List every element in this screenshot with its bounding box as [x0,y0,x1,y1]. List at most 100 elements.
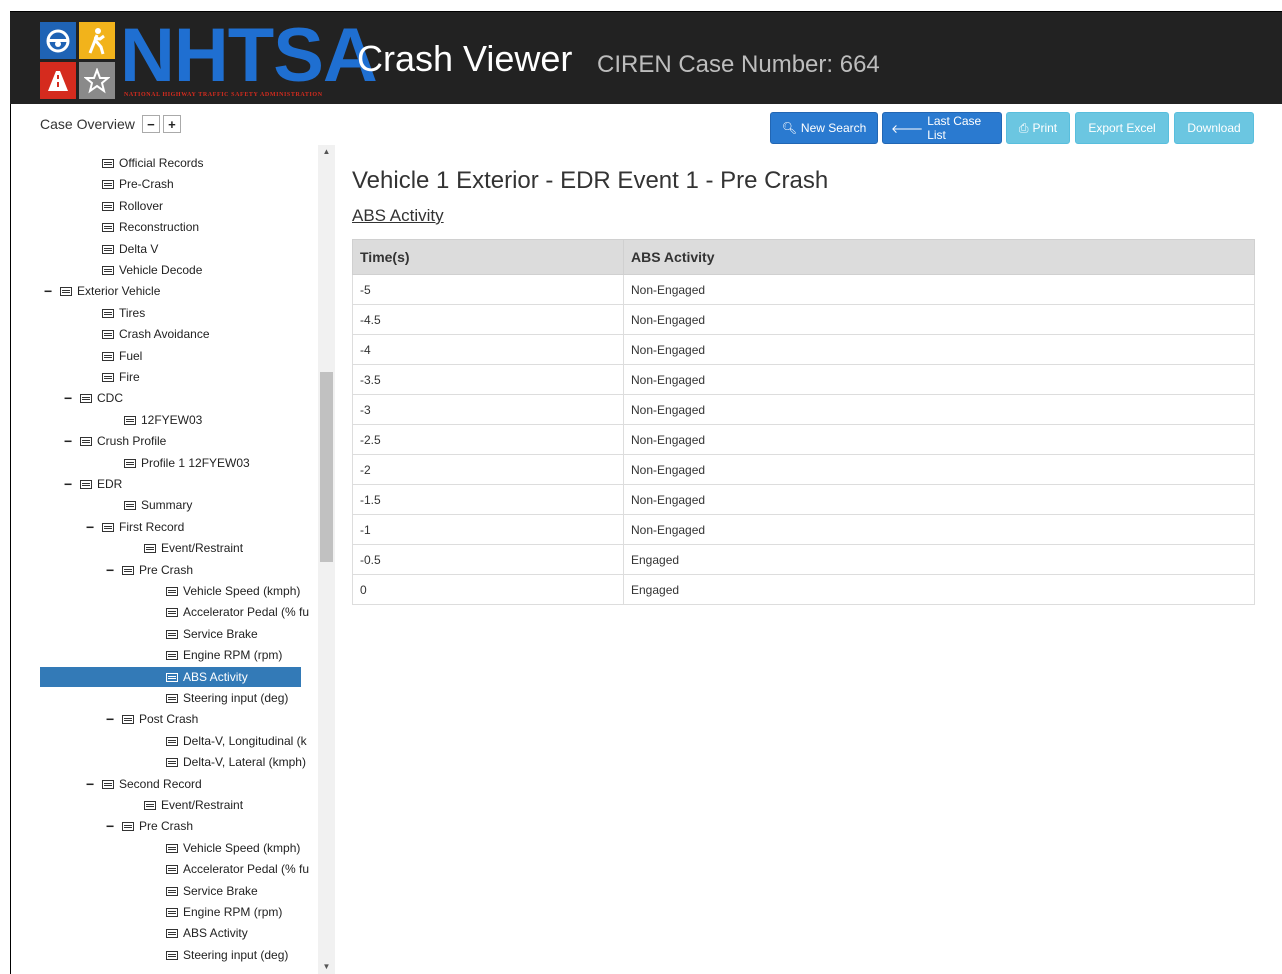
cell-abs-activity: Non-Engaged [623,274,1255,305]
scroll-down-arrow-icon[interactable]: ▼ [318,960,335,974]
cell-time: -1 [352,514,624,545]
tree-item[interactable]: Event/Restraint [144,538,243,558]
collapse-toggle-icon[interactable]: − [86,774,102,794]
tree-item[interactable]: Vehicle Speed (kmph) [166,581,300,601]
collapse-toggle-icon[interactable]: − [64,431,80,451]
print-button[interactable]: ⎙ Print [1006,112,1070,144]
tree-item[interactable]: Pre-Crash [102,174,174,194]
tree-item[interactable]: Accelerator Pedal (% fu [166,602,309,622]
tree-item-label: Crash Avoidance [119,327,210,341]
tree-item[interactable]: Delta V [102,239,158,259]
table-row: -3.5 Non-Engaged [352,364,1255,395]
table-row: -3 Non-Engaged [352,394,1255,425]
tree-item[interactable]: Tires [102,303,145,323]
list-doc-icon [102,308,114,318]
tree-item[interactable]: Delta-V, Longitudinal (k [166,731,307,751]
tree-item[interactable]: − Post Crash [106,709,198,729]
tree-item[interactable]: Accelerator Pedal (% fu [166,859,309,879]
tree-item-label: Service Brake [183,884,258,898]
tree-item[interactable]: 12FYEW03 [124,410,202,430]
arrow-left-icon: 🡐 [891,121,924,136]
page-title: Vehicle 1 Exterior - EDR Event 1 - Pre C… [352,167,829,194]
cell-time: -4 [352,334,624,365]
tree-item[interactable]: Steering input (deg) [166,688,288,708]
tree-item[interactable]: Official Records [102,153,203,173]
tree-item[interactable]: ABS Activity [40,667,301,687]
tree-item[interactable]: Reconstruction [102,217,199,237]
tree-item[interactable]: Service Brake [166,624,258,644]
collapse-toggle-icon[interactable]: − [86,517,102,537]
tree-item[interactable]: Vehicle Decode [102,260,202,280]
tree-item-label: Engine RPM (rpm) [183,648,283,662]
list-doc-icon [166,736,178,746]
tree-item[interactable]: Service Brake [166,881,258,901]
printer-icon: ⎙ [1018,120,1029,135]
nhtsa-logo-subtext: NATIONAL HIGHWAY TRAFFIC SAFETY ADMINIST… [124,92,323,98]
last-case-list-button[interactable]: 🡐 Last Case List [882,112,1002,144]
new-search-label: New Search [800,121,867,135]
tree-item[interactable]: Delta-V, Lateral (kmph) [166,752,306,772]
list-doc-icon [166,672,178,682]
export-excel-button[interactable]: Export Excel [1075,112,1169,144]
table-row: -2.5 Non-Engaged [352,424,1255,455]
collapse-toggle-icon[interactable]: − [106,709,122,729]
tree-scrollbar[interactable]: ▲ ▼ [318,145,335,974]
cell-time: 0 [352,574,624,605]
tree-item[interactable]: − Pre Crash [106,560,193,580]
app-title: Crash Viewer [357,38,573,79]
expand-all-button[interactable]: + [162,115,181,133]
tree-item[interactable]: − Exterior Vehicle [44,281,160,301]
tree-item-label: Delta-V, Longitudinal (k [183,734,307,748]
list-doc-icon [102,522,114,532]
list-doc-icon [102,222,114,232]
section-heading-abs-activity[interactable]: ABS Activity [352,206,444,226]
print-label: Print [1032,121,1058,135]
tree-item[interactable]: Crash Avoidance [102,324,210,344]
scroll-thumb[interactable] [320,372,333,562]
list-doc-icon [144,543,156,553]
list-doc-icon [124,458,136,468]
collapse-toggle-icon[interactable]: − [106,560,122,580]
list-doc-icon [60,286,72,296]
case-overview-bar: Case Overview − + [40,113,181,135]
scroll-up-arrow-icon[interactable]: ▲ [318,145,335,159]
collapse-toggle-icon[interactable]: − [64,388,80,408]
tree-item[interactable]: Fire [102,367,140,387]
tree-item[interactable]: Vehicle Speed (kmph) [166,838,300,858]
tree-item[interactable]: Rollover [102,196,163,216]
new-search-button[interactable]: 🔍︎ New Search [770,112,878,144]
collapse-toggle-icon[interactable]: − [106,816,122,836]
tree-item[interactable]: ABS Activity [166,923,248,943]
cell-abs-activity: Non-Engaged [623,364,1255,395]
tree-item[interactable]: Profile 1 12FYEW03 [124,453,250,473]
tree-item[interactable]: − Second Record [86,774,202,794]
tree-item[interactable]: Engine RPM (rpm) [166,902,282,922]
collapse-toggle-icon[interactable]: − [64,474,80,494]
nhtsa-logo-text: NHTSA [120,13,378,98]
cell-time: -0.5 [352,544,624,575]
tree-item[interactable]: − Crush Profile [64,431,166,451]
tree-item-label: First Record [119,520,185,534]
tree-item[interactable]: Engine RPM (rpm) [166,645,282,665]
tree-item-label: Vehicle Decode [119,263,203,277]
list-doc-icon [102,158,114,168]
tree-item[interactable]: Summary [124,495,192,515]
collapse-toggle-icon[interactable]: − [44,281,60,301]
tree-item[interactable]: Event/Restraint [144,795,243,815]
tree-item-label: Delta-V, Lateral (kmph) [183,755,306,769]
download-button[interactable]: Download [1174,112,1254,144]
tree-item[interactable]: − CDC [64,388,123,408]
tree-item-label: ABS Activity [183,926,248,940]
table-row: -2 Non-Engaged [352,454,1255,485]
tree-item[interactable]: − EDR [64,474,122,494]
column-header-time: Time(s) [352,239,624,275]
collapse-all-button[interactable]: − [141,115,160,133]
tree-item-label: Official Records [119,156,204,170]
tree-item[interactable]: Fuel [102,346,142,366]
list-doc-icon [102,179,114,189]
list-doc-icon [166,907,178,917]
tree-item[interactable]: Steering input (deg) [166,945,288,965]
tree-item[interactable]: − Pre Crash [106,816,193,836]
cell-abs-activity: Non-Engaged [623,424,1255,455]
tree-item[interactable]: − First Record [86,517,184,537]
